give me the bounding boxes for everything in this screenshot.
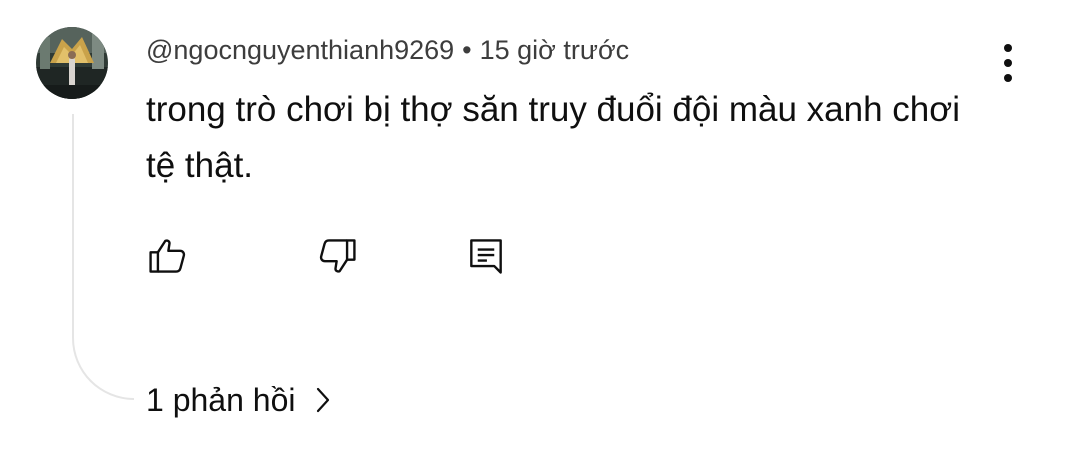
comment-meta: @ngocnguyenthianh9269 • 15 giờ trước bbox=[146, 34, 629, 66]
replies-link[interactable]: 1 phản hồi bbox=[146, 378, 333, 422]
more-dot bbox=[1004, 44, 1012, 52]
avatar[interactable] bbox=[36, 27, 108, 99]
thumbs-up-icon bbox=[149, 239, 186, 273]
more-vertical-icon[interactable] bbox=[990, 40, 1026, 86]
thumbs-down-icon bbox=[319, 239, 356, 273]
dislike-button[interactable] bbox=[313, 232, 361, 280]
avatar-image bbox=[36, 27, 108, 99]
thread-line bbox=[72, 114, 134, 400]
more-dot bbox=[1004, 74, 1012, 82]
like-button[interactable] bbox=[144, 232, 192, 280]
comment-reply-icon bbox=[470, 239, 502, 274]
reply-button[interactable] bbox=[462, 232, 510, 280]
more-dot bbox=[1004, 59, 1012, 67]
chevron-right-icon bbox=[313, 385, 333, 415]
comment-text: trong trò chơi bị thợ săn truy đuổi đội … bbox=[146, 90, 960, 185]
replies-label: 1 phản hồi bbox=[146, 381, 296, 418]
meta-separator: • bbox=[462, 35, 472, 65]
comment-time: 15 giờ trước bbox=[479, 35, 630, 65]
comment-author[interactable]: @ngocnguyenthianh9269 bbox=[146, 35, 454, 65]
